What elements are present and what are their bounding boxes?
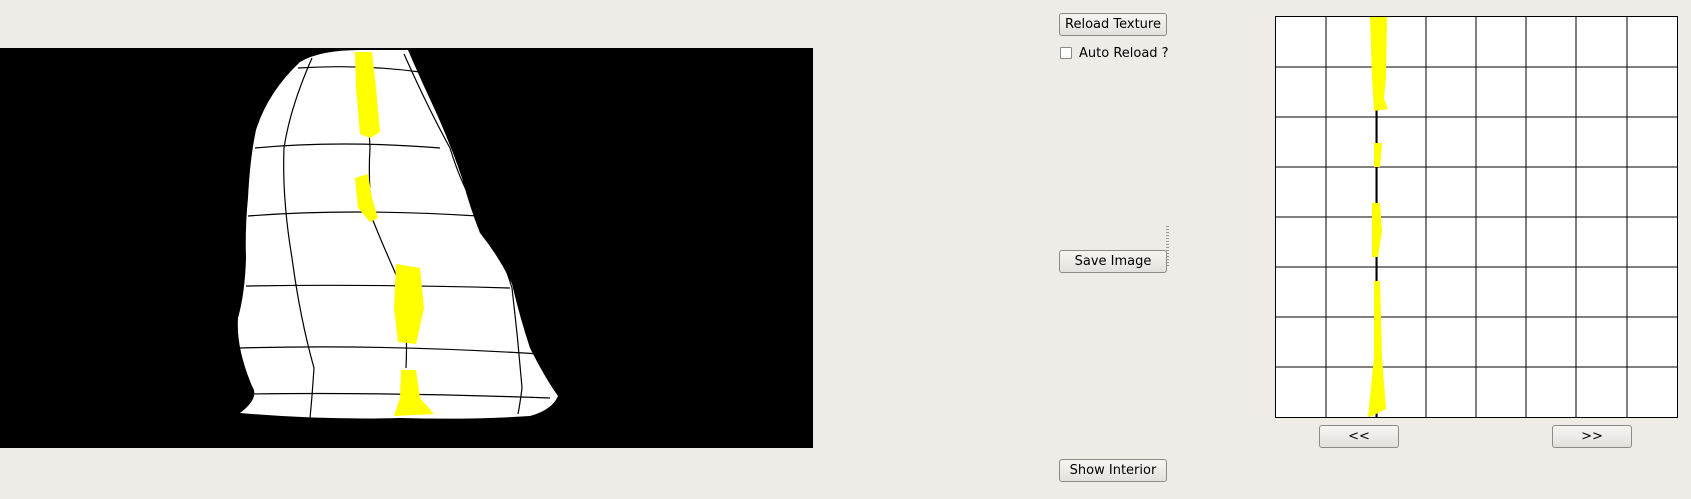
- auto-reload-checkbox[interactable]: [1060, 47, 1072, 59]
- texture-stroke-segment: [1374, 143, 1382, 167]
- render-viewport[interactable]: [0, 48, 813, 448]
- texture-stroke-segment: [1372, 203, 1382, 257]
- show-interior-button[interactable]: Show Interior: [1059, 459, 1167, 482]
- auto-reload-label: Auto Reload ?: [1079, 45, 1169, 61]
- reload-texture-button[interactable]: Reload Texture: [1059, 13, 1167, 36]
- mesh-render: [237, 50, 558, 419]
- texture-grid: [1276, 17, 1677, 417]
- texture-preview[interactable]: [1275, 16, 1678, 418]
- mesh-surface: [237, 50, 558, 419]
- previous-texture-button[interactable]: <<: [1319, 425, 1399, 448]
- texture-stroke-segment: [1370, 17, 1388, 111]
- save-image-button[interactable]: Save Image: [1059, 250, 1167, 273]
- splitter-handle[interactable]: [1166, 226, 1169, 268]
- texture-canvas: [1276, 17, 1677, 417]
- texture-stroke-segment: [1368, 281, 1386, 417]
- auto-reload-toggle[interactable]: Auto Reload ?: [1060, 44, 1169, 62]
- next-texture-button[interactable]: >>: [1552, 425, 1632, 448]
